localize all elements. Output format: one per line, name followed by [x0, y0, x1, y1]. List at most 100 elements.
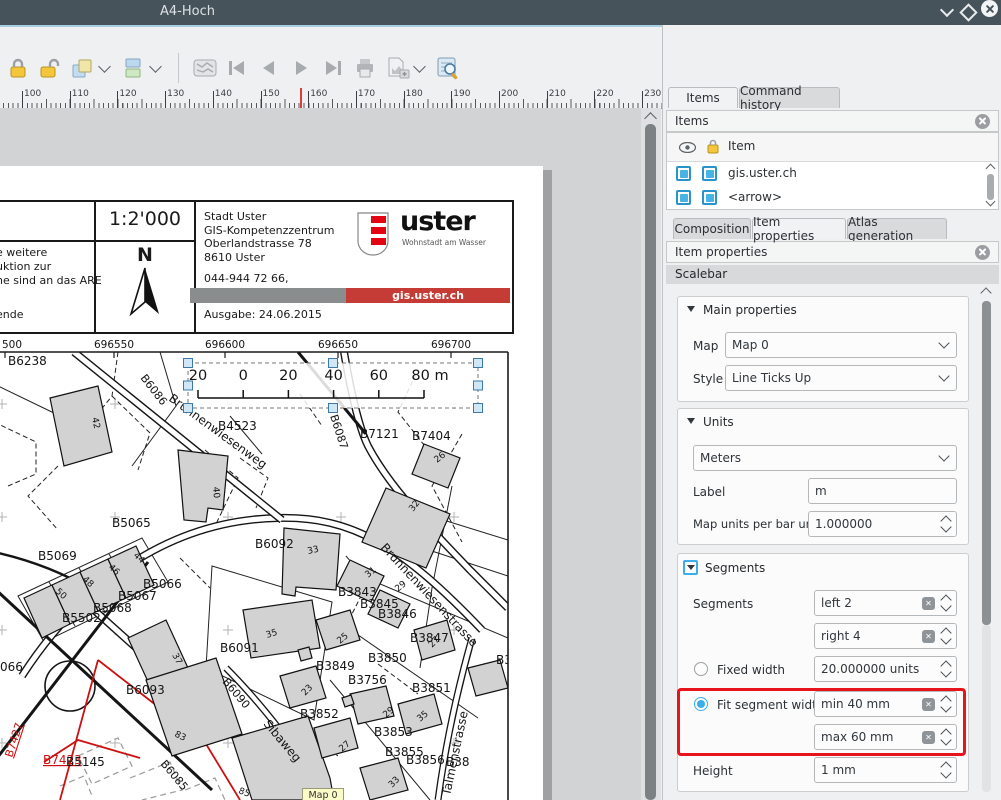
group-items-icon[interactable] [68, 54, 96, 82]
group-dropdown-icon[interactable] [98, 60, 111, 73]
panel-scrollbar-track[interactable] [982, 625, 991, 792]
unlock-items-icon[interactable] [36, 54, 64, 82]
scroll-up-icon[interactable] [644, 112, 657, 125]
ruler-number: 200 [501, 89, 518, 99]
svg-text:696550: 696550 [94, 339, 134, 351]
export-atlas-icon [383, 54, 411, 82]
panel-scrollbar-thumb[interactable] [982, 301, 991, 625]
clear-field-icon[interactable]: ✕ [922, 597, 935, 610]
svg-text:B5145: B5145 [66, 755, 105, 769]
ruler-number: 120 [119, 89, 136, 99]
gis-uster-banner: gis.uster.ch [346, 288, 510, 303]
header-banner: gis.uster.ch [190, 288, 510, 303]
paper-shadow [543, 170, 552, 800]
items-column-header: Item [728, 139, 755, 153]
ruler-number: 150 [263, 89, 280, 99]
tab-atlas-generation[interactable]: Atlas generation [847, 218, 947, 239]
svg-text:B7427: B7427 [2, 721, 25, 759]
svg-text:B3756: B3756 [348, 673, 387, 687]
clear-field-icon[interactable]: ✕ [922, 630, 935, 643]
ruler-number: 230 [644, 89, 661, 99]
tab-item-properties[interactable]: Item properties [752, 218, 846, 239]
svg-text:B5502: B5502 [62, 611, 101, 625]
svg-text:066: 066 [0, 660, 23, 674]
header-phone: 044-944 72 66, [204, 272, 288, 285]
tab-command-history[interactable]: Command history [739, 87, 840, 108]
segments-left-spinbox[interactable]: left 2 ✕ [814, 590, 957, 616]
style-combobox[interactable]: Line Ticks Up [725, 365, 957, 391]
atlas-settings-icon[interactable] [434, 54, 462, 82]
map-header-box[interactable]: e weitere uktion zur ne sind an das ARE … [0, 200, 514, 334]
map-item[interactable]: B6238B4523B6086BrunnenwiesenwegB6087B712… [0, 338, 543, 800]
svg-text:B6093: B6093 [126, 683, 165, 697]
tab-items[interactable]: Items [668, 87, 738, 108]
eye-icon [679, 142, 696, 153]
svg-text:500: 500 [2, 339, 22, 351]
canvas-scrollbar-thumb[interactable] [645, 124, 656, 800]
visibility-checkbox[interactable] [676, 166, 691, 181]
north-letter: N [94, 244, 196, 266]
svg-text:B3856: B3856 [406, 753, 445, 767]
atlas-last-icon [319, 54, 347, 82]
scroll-up-icon[interactable] [986, 164, 996, 174]
header-left-bottom-text: ende [0, 308, 24, 321]
svg-text:B3849: B3849 [316, 659, 355, 673]
items-table-header: Item [667, 133, 998, 162]
item-row-arrow[interactable]: <arrow> [667, 186, 984, 209]
export-dropdown-icon[interactable] [413, 60, 426, 73]
close-icon[interactable] [981, 0, 998, 17]
svg-text:B3: B3 [496, 653, 512, 667]
segments-group-checkbox[interactable] [683, 560, 698, 575]
chevron-down-icon [938, 370, 949, 381]
segments-right-spinbox[interactable]: right 4 ✕ [814, 623, 957, 649]
height-spinbox[interactable]: 1 mm [814, 757, 957, 783]
raise-dropdown-icon[interactable] [149, 60, 162, 73]
raise-items-icon[interactable] [119, 54, 147, 82]
atlas-prev-icon [255, 54, 283, 82]
collapse-triangle-icon[interactable] [687, 306, 695, 312]
svg-text:0: 0 [239, 368, 248, 384]
svg-text:20: 20 [279, 368, 297, 384]
fixed-width-spinbox[interactable]: 20.000000 units [814, 656, 957, 682]
item-row-gisusterch[interactable]: gis.uster.ch [667, 162, 984, 185]
ruler-number: 180 [406, 89, 423, 99]
lock-checkbox[interactable] [702, 166, 717, 181]
atlas-next-icon [287, 54, 315, 82]
svg-text:B6085: B6085 [158, 758, 191, 794]
chevron-down-icon[interactable] [939, 4, 955, 20]
svg-text:40: 40 [324, 368, 342, 384]
map-content: B6238B4523B6086BrunnenwiesenwegB6087B712… [0, 352, 512, 800]
scalebar-type-label: Scalebar [666, 265, 999, 284]
items-table-scrollbar[interactable] [984, 162, 997, 208]
map-combobox[interactable]: Map 0 [725, 332, 957, 358]
atlas-preview-icon [191, 54, 219, 82]
horizontal-ruler: 1001101201301401501601701801902002102202… [0, 88, 662, 109]
fixed-width-radio[interactable] [694, 662, 708, 676]
svg-text:40: 40 [210, 486, 221, 499]
title-bar: A4-Hoch [0, 0, 1001, 27]
right-dock-panel: Items Command history Items Item gis.ust… [662, 25, 1001, 800]
canvas-vertical-scrollbar[interactable] [641, 108, 661, 800]
label-input[interactable]: m [808, 478, 957, 504]
chevron-down-icon [938, 450, 949, 461]
collapse-triangle-icon[interactable] [687, 418, 695, 424]
svg-text:60: 60 [370, 368, 388, 384]
close-icon[interactable] [975, 114, 990, 129]
visibility-checkbox[interactable] [676, 190, 691, 205]
lock-checkbox[interactable] [702, 190, 717, 205]
composer-canvas[interactable]: e weitere uktion zur ne sind an das ARE … [0, 108, 641, 800]
tab-composition[interactable]: Composition [673, 218, 751, 239]
scalebar-item[interactable]: 20020406080 m [184, 359, 483, 413]
scroll-down-icon[interactable] [986, 197, 996, 207]
map-scale-text: 1:2'000 [94, 208, 196, 230]
svg-text:B6238: B6238 [8, 354, 47, 368]
svg-text:B7404: B7404 [412, 429, 451, 443]
units-combobox[interactable]: Meters [693, 445, 957, 471]
ruler-number: 170 [358, 89, 375, 99]
lock-items-icon[interactable] [4, 54, 32, 82]
composer-toolbar [0, 27, 662, 88]
scroll-up-icon[interactable] [980, 287, 991, 298]
close-icon[interactable] [975, 245, 990, 260]
diamond-icon[interactable] [960, 4, 976, 20]
map-units-per-bar-unit-spinbox[interactable]: 1.000000 [808, 511, 957, 537]
